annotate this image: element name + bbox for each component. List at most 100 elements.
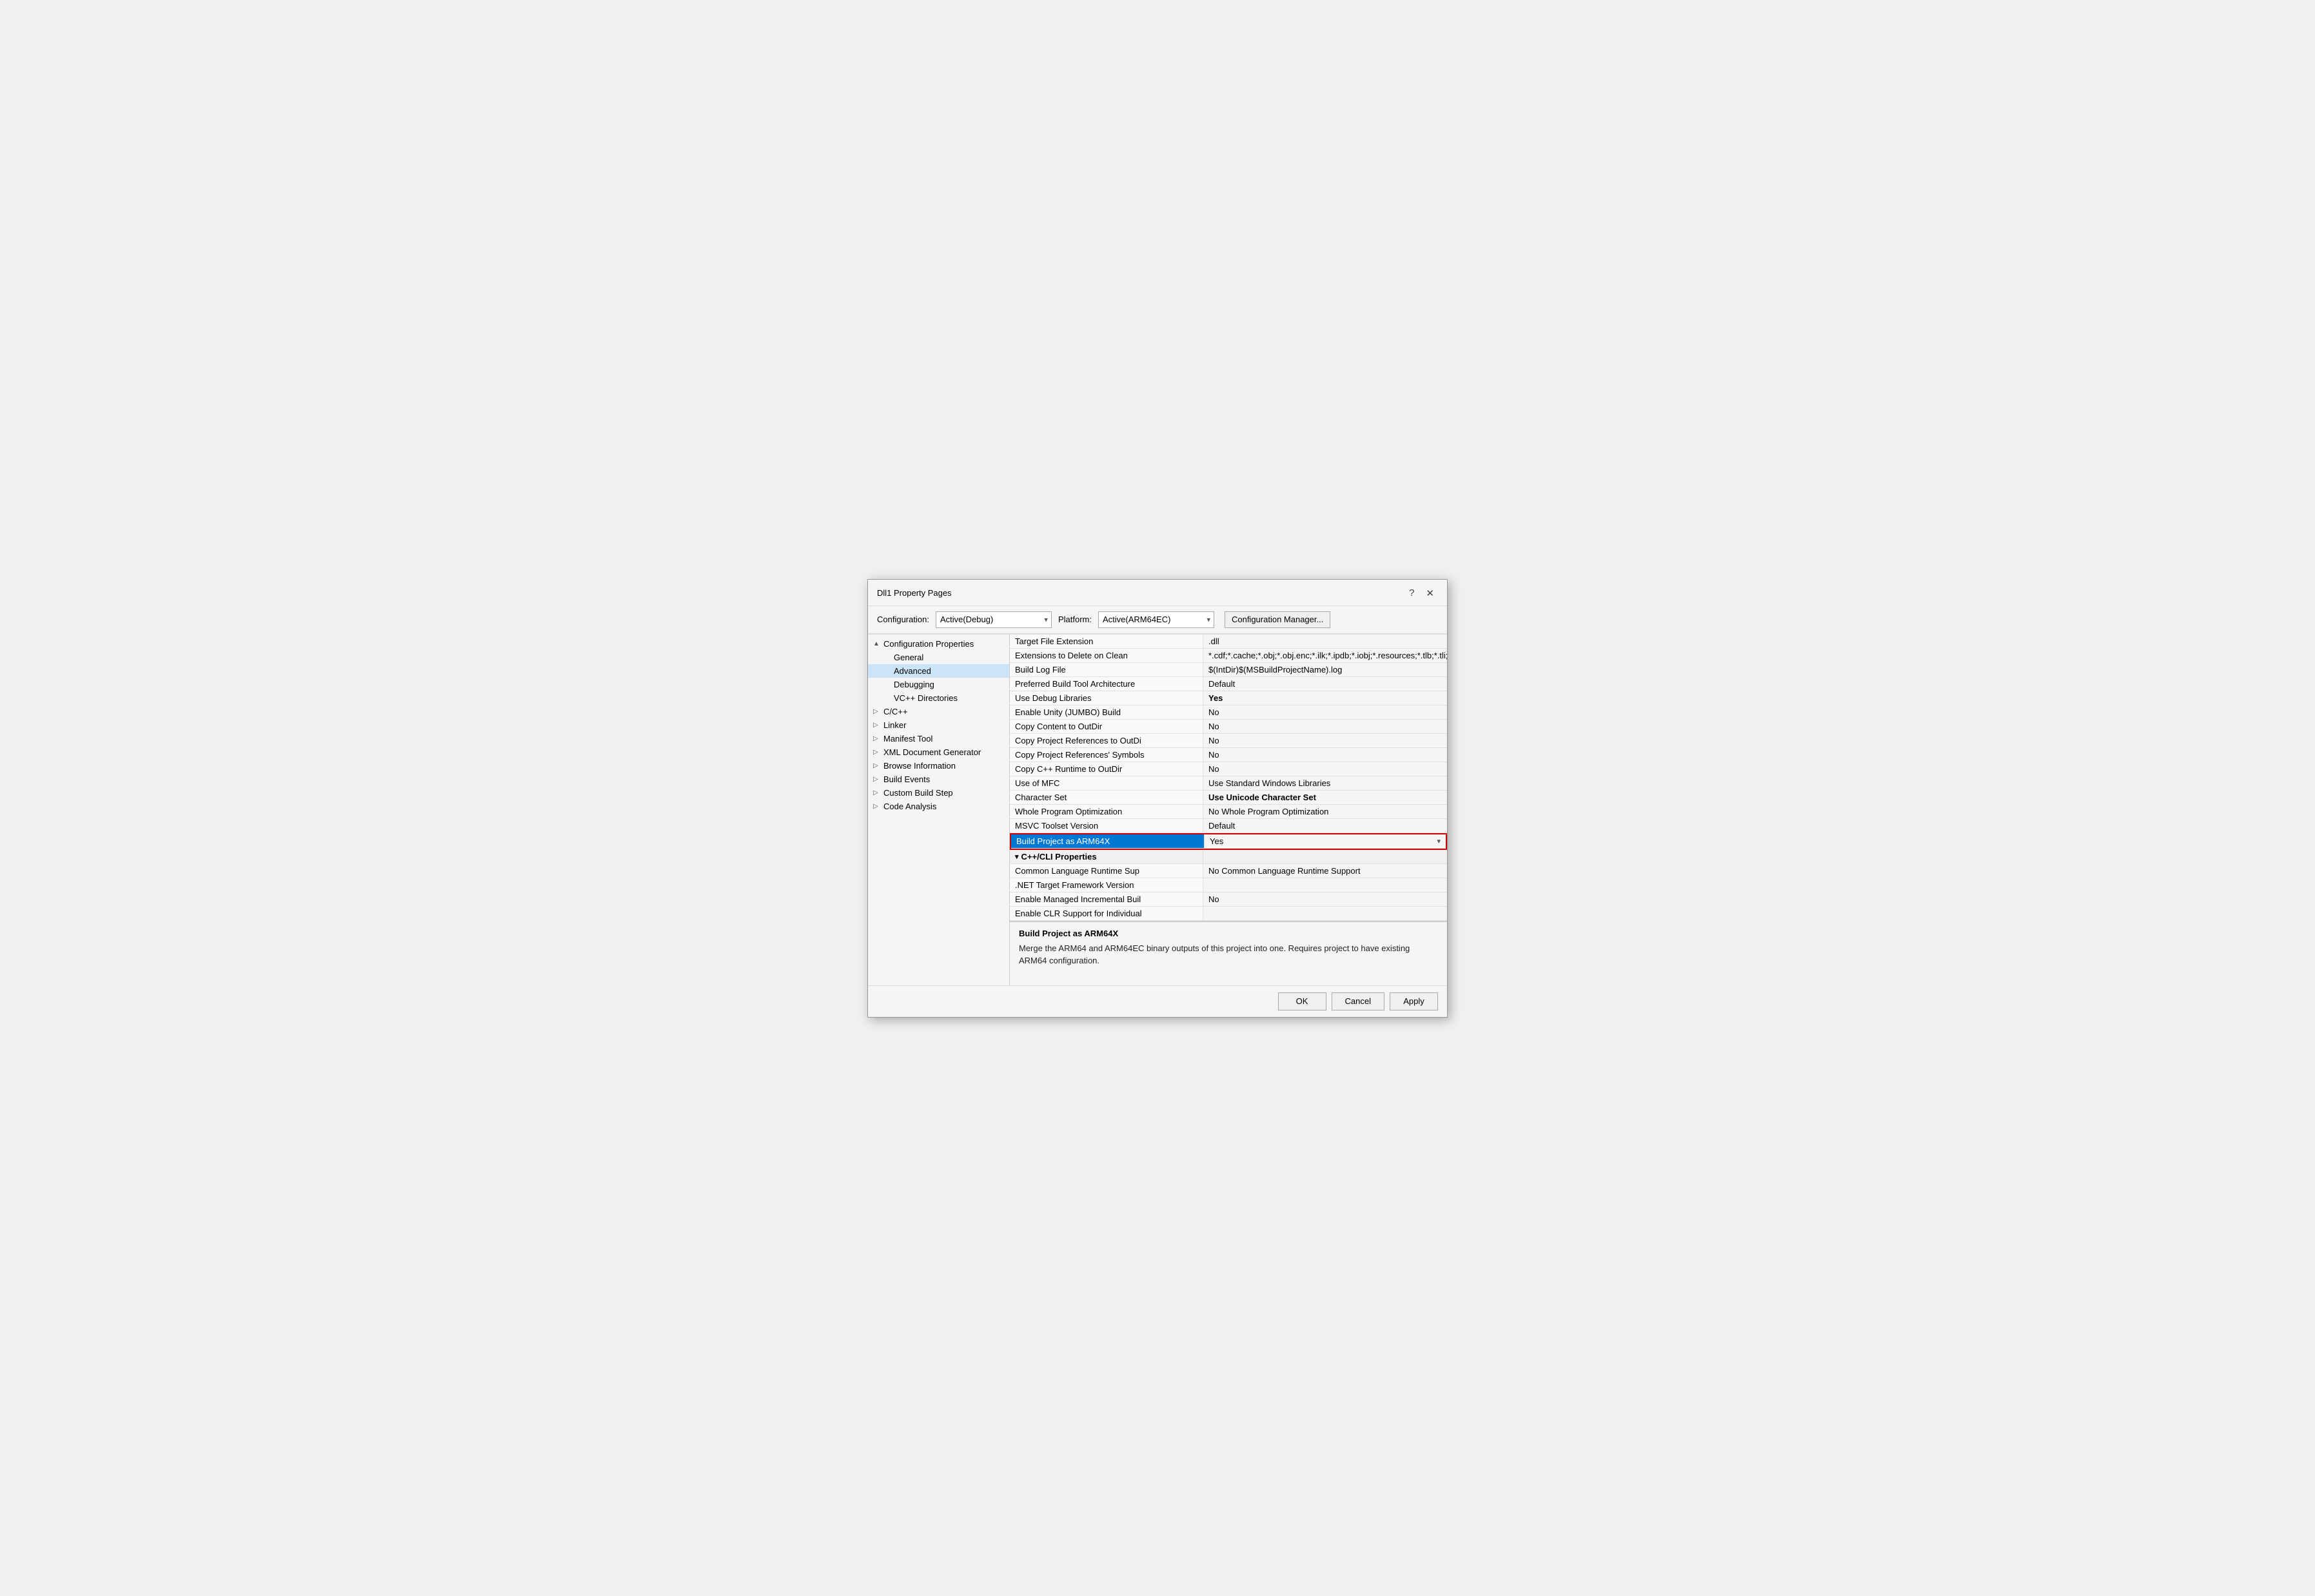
platform-select[interactable]: Active(ARM64EC) xyxy=(1098,611,1214,628)
tree-item-label-8: XML Document Generator xyxy=(883,747,981,757)
prop-row-4: Use Debug LibrariesYes xyxy=(1010,691,1447,705)
tree-item-label-11: Custom Build Step xyxy=(883,788,953,798)
description-panel: Build Project as ARM64X Merge the ARM64 … xyxy=(1010,921,1447,985)
prop-value-0: .dll xyxy=(1203,635,1447,648)
help-button[interactable]: ? xyxy=(1405,586,1418,600)
prop-row-8: Copy Project References' SymbolsNo xyxy=(1010,748,1447,762)
section-name-15: ▾C++/CLI Properties xyxy=(1010,850,1203,863)
apply-button[interactable]: Apply xyxy=(1390,992,1438,1010)
prop-row-2: Build Log File$(IntDir)$(MSBuildProjectN… xyxy=(1010,663,1447,677)
prop-value-6: No xyxy=(1203,720,1447,733)
tree-item-11[interactable]: ▷Custom Build Step xyxy=(868,786,1009,800)
tree-item-0[interactable]: ▲Configuration Properties xyxy=(868,637,1009,651)
prop-value-9: No xyxy=(1203,762,1447,776)
tree-item-1[interactable]: General xyxy=(868,651,1009,664)
prop-value-2: $(IntDir)$(MSBuildProjectName).log xyxy=(1203,663,1447,676)
description-title: Build Project as ARM64X xyxy=(1019,929,1438,938)
button-bar: OK Cancel Apply xyxy=(868,985,1447,1017)
section-header-15: ▾C++/CLI Properties xyxy=(1010,850,1447,864)
prop-row-highlighted-14[interactable]: Build Project as ARM64X Yes ▾ xyxy=(1011,834,1446,849)
prop-row-1: Extensions to Delete on Clean*.cdf;*.cac… xyxy=(1010,649,1447,663)
prop-name-18: Enable Managed Incremental Buil xyxy=(1010,892,1203,906)
dropdown-arrow-14[interactable]: ▾ xyxy=(1437,837,1441,845)
expand-icon-6: ▷ xyxy=(873,722,881,729)
prop-value-8: No xyxy=(1203,748,1447,762)
section-value-15 xyxy=(1203,850,1447,863)
platform-select-wrapper: Active(ARM64EC) xyxy=(1098,611,1214,628)
ok-button[interactable]: OK xyxy=(1278,992,1326,1010)
prop-row-3: Preferred Build Tool ArchitectureDefault xyxy=(1010,677,1447,691)
prop-value-5: No xyxy=(1203,705,1447,719)
property-pages-dialog: Dll1 Property Pages ? ✕ Configuration: A… xyxy=(867,579,1448,1018)
prop-row-5: Enable Unity (JUMBO) BuildNo xyxy=(1010,705,1447,720)
tree-item-label-6: Linker xyxy=(883,720,906,730)
prop-name-13: MSVC Toolset Version xyxy=(1010,819,1203,832)
prop-value-17 xyxy=(1203,878,1447,892)
prop-row-10: Use of MFCUse Standard Windows Libraries xyxy=(1010,776,1447,791)
tree-item-label-0: Configuration Properties xyxy=(883,639,974,649)
cancel-button[interactable]: Cancel xyxy=(1332,992,1384,1010)
prop-row-17: .NET Target Framework Version xyxy=(1010,878,1447,892)
tree-item-7[interactable]: ▷Manifest Tool xyxy=(868,732,1009,745)
prop-name-9: Copy C++ Runtime to OutDir xyxy=(1010,762,1203,776)
title-bar: Dll1 Property Pages ? ✕ xyxy=(868,580,1447,606)
prop-value-3: Default xyxy=(1203,677,1447,691)
tree-item-12[interactable]: ▷Code Analysis xyxy=(868,800,1009,813)
prop-value-19 xyxy=(1203,907,1447,920)
prop-name-0: Target File Extension xyxy=(1010,635,1203,648)
highlighted-row-wrapper: Build Project as ARM64X Yes ▾ xyxy=(1010,833,1447,850)
properties-table: Target File Extension.dllExtensions to D… xyxy=(1010,635,1447,921)
dialog-title: Dll1 Property Pages xyxy=(877,588,952,598)
close-button[interactable]: ✕ xyxy=(1422,586,1438,600)
config-manager-button[interactable]: Configuration Manager... xyxy=(1225,611,1330,628)
tree-item-label-10: Build Events xyxy=(883,774,930,784)
prop-value-1: *.cdf;*.cache;*.obj;*.obj.enc;*.ilk;*.ip… xyxy=(1203,649,1447,662)
description-text: Merge the ARM64 and ARM64EC binary outpu… xyxy=(1019,942,1438,967)
prop-value-7: No xyxy=(1203,734,1447,747)
prop-name-6: Copy Content to OutDir xyxy=(1010,720,1203,733)
prop-value-text-highlighted-14: Yes xyxy=(1210,836,1223,846)
config-select[interactable]: Active(Debug) xyxy=(936,611,1052,628)
configuration-bar: Configuration: Active(Debug) Platform: A… xyxy=(868,606,1447,634)
expand-icon-8: ▷ xyxy=(873,749,881,756)
prop-value-18: No xyxy=(1203,892,1447,906)
prop-name-10: Use of MFC xyxy=(1010,776,1203,790)
tree-item-label-3: Debugging xyxy=(894,680,934,689)
main-area: ▲Configuration PropertiesGeneralAdvanced… xyxy=(868,634,1447,985)
expand-icon-0: ▲ xyxy=(873,640,881,647)
prop-name-17: .NET Target Framework Version xyxy=(1010,878,1203,892)
prop-name-1: Extensions to Delete on Clean xyxy=(1010,649,1203,662)
prop-name-highlighted-14: Build Project as ARM64X xyxy=(1011,834,1205,848)
expand-icon-9: ▷ xyxy=(873,762,881,769)
tree-item-5[interactable]: ▷C/C++ xyxy=(868,705,1009,718)
tree-item-2[interactable]: Advanced xyxy=(868,664,1009,678)
section-expand-icon-15: ▾ xyxy=(1015,852,1019,861)
prop-name-8: Copy Project References' Symbols xyxy=(1010,748,1203,762)
tree-item-4[interactable]: VC++ Directories xyxy=(868,691,1009,705)
title-bar-buttons: ? ✕ xyxy=(1405,586,1438,600)
expand-icon-12: ▷ xyxy=(873,803,881,810)
prop-row-11: Character SetUse Unicode Character Set xyxy=(1010,791,1447,805)
prop-name-5: Enable Unity (JUMBO) Build xyxy=(1010,705,1203,719)
expand-icon-7: ▷ xyxy=(873,735,881,742)
tree-item-label-5: C/C++ xyxy=(883,707,908,716)
expand-icon-11: ▷ xyxy=(873,789,881,796)
prop-value-11: Use Unicode Character Set xyxy=(1203,791,1447,804)
left-panel-tree: ▲Configuration PropertiesGeneralAdvanced… xyxy=(868,635,1010,985)
prop-name-3: Preferred Build Tool Architecture xyxy=(1010,677,1203,691)
tree-item-9[interactable]: ▷Browse Information xyxy=(868,759,1009,773)
prop-name-12: Whole Program Optimization xyxy=(1010,805,1203,818)
prop-name-16: Common Language Runtime Sup xyxy=(1010,864,1203,878)
tree-item-8[interactable]: ▷XML Document Generator xyxy=(868,745,1009,759)
prop-value-12: No Whole Program Optimization xyxy=(1203,805,1447,818)
prop-value-highlighted-14[interactable]: Yes ▾ xyxy=(1205,834,1446,848)
prop-row-9: Copy C++ Runtime to OutDirNo xyxy=(1010,762,1447,776)
expand-icon-5: ▷ xyxy=(873,708,881,715)
prop-value-10: Use Standard Windows Libraries xyxy=(1203,776,1447,790)
tree-item-10[interactable]: ▷Build Events xyxy=(868,773,1009,786)
tree-item-label-9: Browse Information xyxy=(883,761,956,771)
prop-row-13: MSVC Toolset VersionDefault xyxy=(1010,819,1447,833)
tree-item-6[interactable]: ▷Linker xyxy=(868,718,1009,732)
prop-name-7: Copy Project References to OutDi xyxy=(1010,734,1203,747)
tree-item-3[interactable]: Debugging xyxy=(868,678,1009,691)
